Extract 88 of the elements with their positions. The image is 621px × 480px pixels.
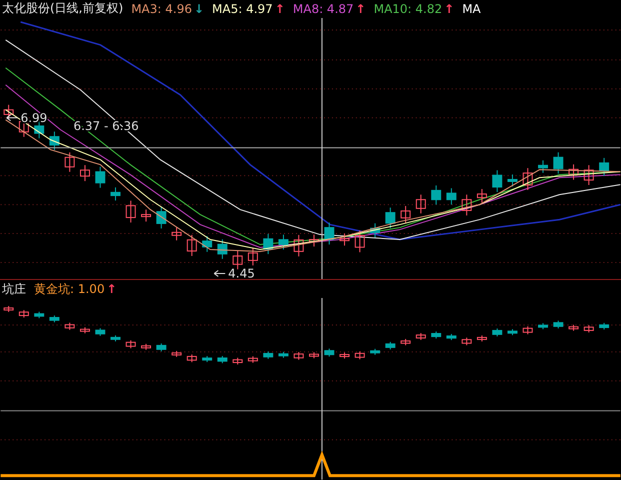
candlestick [599, 322, 610, 330]
indicator-value: MA [462, 2, 481, 16]
candlestick [248, 356, 258, 364]
trend-arrow: ↑ [356, 2, 366, 16]
candlestick [354, 230, 365, 253]
candlestick [522, 326, 533, 336]
candlestick [584, 164, 594, 186]
price-label: 4.45 [228, 266, 255, 280]
candlestick [186, 354, 197, 364]
candlestick [232, 358, 243, 366]
trend-arrow: ↓ [194, 2, 204, 16]
candlestick [232, 250, 243, 270]
candlestick [370, 222, 380, 238]
indicator-value: MA5: 4.97 [212, 2, 273, 16]
candlestick [4, 306, 14, 313]
candlestick [248, 247, 258, 266]
candlestick [431, 184, 442, 206]
arrow-icon [214, 270, 226, 277]
candlestick [462, 338, 472, 346]
candlestick [95, 166, 106, 188]
candlestick [263, 233, 274, 255]
candlestick [584, 325, 594, 334]
candlestick [126, 200, 136, 223]
candlestick [446, 188, 456, 206]
candlestick [141, 344, 152, 351]
candlestick [492, 170, 502, 192]
candlestick [64, 322, 75, 331]
candlestick [80, 164, 90, 182]
candlestick [340, 352, 350, 360]
candlestick [156, 343, 166, 352]
candlestick [324, 348, 334, 358]
candlestick [599, 157, 610, 176]
candlestick [309, 352, 319, 360]
chart-title: 太化股份(日线,前复权) [2, 0, 124, 18]
candlestick [522, 168, 533, 190]
indicator-value: MA8: 4.87 [292, 2, 354, 16]
candlestick [309, 234, 319, 247]
candlestick [263, 351, 274, 360]
candlestick [126, 340, 136, 350]
candlestick [294, 352, 304, 361]
candlestick [4, 104, 14, 120]
candlestick [462, 194, 472, 216]
candlestick [324, 222, 334, 245]
candlestick [49, 131, 60, 150]
candlestick [294, 234, 304, 257]
candlestick [553, 320, 564, 330]
trend-arrow: ↑ [106, 282, 117, 296]
candlestick [141, 209, 152, 222]
candlestick [568, 164, 579, 180]
candlestick [400, 205, 411, 224]
indicator-value: MA10: 4.82 [374, 2, 442, 16]
candlestick [385, 342, 396, 350]
indicator-value: MA3: 4.96 [131, 2, 192, 16]
candlestick [538, 160, 548, 174]
candlestick [431, 331, 442, 340]
candlestick [172, 226, 182, 241]
candlestick [476, 335, 487, 342]
indicator-value: 黄金坑: 1.00 [34, 280, 105, 298]
candlestick [186, 234, 197, 256]
candlestick [476, 188, 487, 204]
candlestick [110, 186, 120, 201]
arrow-icon [6, 114, 18, 122]
candlestick [64, 152, 75, 172]
candlestick [416, 332, 426, 341]
candlestick [18, 310, 29, 318]
candlestick [553, 152, 564, 174]
candlestick [278, 234, 288, 250]
candlestick [278, 352, 288, 359]
chart-title: 坑庄 [2, 280, 26, 298]
candlestick [34, 312, 44, 320]
candlestick [568, 324, 579, 332]
trend-arrow: ↑ [444, 2, 454, 16]
candlestick [80, 327, 90, 334]
candlestick [492, 328, 502, 338]
candlestick [354, 351, 365, 360]
candlestick [385, 207, 396, 229]
candlestick [217, 356, 228, 364]
candlestick [217, 238, 228, 260]
candlestick [340, 233, 350, 246]
candlestick [416, 194, 426, 214]
candlestick [95, 328, 106, 337]
candlestick [507, 174, 518, 187]
candlestick [202, 236, 212, 252]
candlestick [172, 350, 182, 358]
candlestick [156, 206, 166, 229]
trend-arrow: ↑ [274, 2, 285, 16]
candlestick [400, 338, 411, 346]
candlestick [446, 334, 456, 341]
